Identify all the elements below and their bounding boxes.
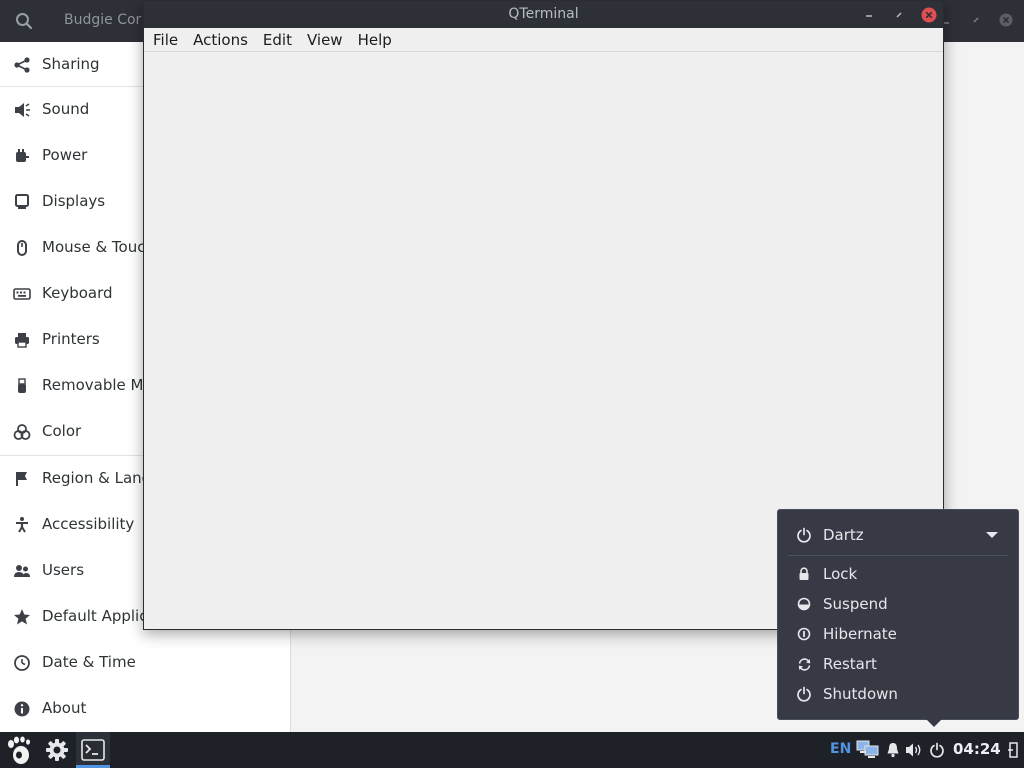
info-icon: [12, 699, 32, 719]
chevron-down-icon[interactable]: [986, 532, 998, 538]
panel-clock[interactable]: 04:24: [953, 740, 1001, 758]
menu-item-lock[interactable]: Lock: [778, 560, 1018, 588]
menu-item-restart[interactable]: Restart: [778, 650, 1018, 678]
sidebar-item-label: Displays: [42, 192, 106, 210]
terminal-icon: [81, 739, 105, 761]
hibernate-icon: [796, 626, 812, 642]
close-icon: [999, 13, 1013, 27]
settings-close-button[interactable]: [998, 10, 1014, 30]
qterminal-minimize-button[interactable]: [861, 5, 877, 25]
menu-item-label: Suspend: [823, 595, 888, 613]
color-icon: [12, 422, 32, 442]
sidebar-item-label: Color: [42, 422, 82, 440]
restart-icon: [796, 656, 812, 672]
power-icon: [796, 527, 812, 543]
notifications-tray-button[interactable]: [885, 732, 901, 768]
sidebar-item-label: Users: [42, 561, 85, 579]
sidebar-item-label: About: [42, 699, 87, 717]
accessibility-icon: [12, 515, 32, 535]
sidebar-item-label: Sound: [42, 100, 90, 118]
sidebar-item-about[interactable]: About: [0, 686, 291, 732]
keyboard-icon: [12, 284, 32, 304]
app-menu-button[interactable]: [2, 732, 36, 768]
star-icon: [12, 607, 32, 627]
raven-toggle-button[interactable]: [1006, 732, 1020, 768]
sidebar-item-label: Mouse & Touc: [42, 238, 146, 256]
settings-window-controls: [938, 10, 1014, 30]
taskbar-terminal-app[interactable]: [76, 732, 110, 768]
gnome-foot-icon: [8, 736, 30, 764]
qterminal-menubar: File Actions Edit View Help: [144, 28, 943, 52]
printer-icon: [12, 330, 32, 350]
shutdown-icon: [796, 686, 812, 702]
qterminal-close-button[interactable]: [921, 5, 937, 25]
menu-actions[interactable]: Actions: [193, 31, 248, 49]
menu-item-suspend[interactable]: Suspend: [778, 590, 1018, 618]
menu-help[interactable]: Help: [358, 31, 392, 49]
bottom-panel: EN 04:24: [0, 732, 1024, 768]
menu-item-label: Lock: [823, 565, 858, 583]
qterminal-title: QTerminal: [508, 6, 579, 22]
user-menu-header[interactable]: Dartz: [778, 521, 1018, 549]
maximize-icon: [896, 12, 902, 18]
lock-icon: [796, 566, 812, 582]
users-icon: [12, 561, 32, 581]
menu-view[interactable]: View: [307, 31, 343, 49]
popover-arrow: [926, 719, 942, 727]
clock-icon: [12, 653, 32, 673]
menu-item-label: Shutdown: [823, 685, 898, 703]
share-icon: [12, 55, 32, 75]
menu-file[interactable]: File: [153, 31, 178, 49]
sidebar-item-label: Region & Lang: [42, 469, 152, 487]
menu-item-hibernate[interactable]: Hibernate: [778, 620, 1018, 648]
usb-icon: [12, 376, 32, 396]
search-button[interactable]: [8, 6, 40, 36]
flag-icon: [12, 469, 32, 489]
sidebar-item-label: Keyboard: [42, 284, 113, 302]
menu-item-label: Restart: [823, 655, 877, 673]
qterminal-window-controls: [861, 5, 937, 25]
menu-edit[interactable]: Edit: [263, 31, 292, 49]
taskbar-settings-app[interactable]: [40, 732, 74, 768]
sidebar-toggle-icon: [1008, 742, 1018, 758]
user-power-menu: Dartz Lock Suspend Hibernate Restart Shu…: [777, 509, 1019, 720]
user-name: Dartz: [823, 526, 864, 544]
mouse-icon: [12, 238, 32, 258]
power-plug-icon: [12, 146, 32, 166]
network-tray-button[interactable]: [855, 732, 881, 768]
qterminal-maximize-button[interactable]: [891, 5, 907, 25]
settings-maximize-button[interactable]: [968, 10, 984, 30]
menu-divider: [788, 555, 1008, 556]
sidebar-item-label: Printers: [42, 330, 100, 348]
sidebar-item-label: Power: [42, 146, 88, 164]
maximize-icon: [973, 17, 979, 23]
menu-item-shutdown[interactable]: Shutdown: [778, 680, 1018, 708]
qterminal-titlebar[interactable]: QTerminal: [144, 1, 943, 28]
display-icon: [12, 192, 32, 212]
settings-window-title: Budgie Cor: [64, 12, 142, 28]
bell-icon: [887, 743, 899, 758]
sidebar-item-date-time[interactable]: Date & Time: [0, 640, 291, 686]
speaker-icon: [906, 743, 921, 757]
close-icon: [921, 7, 937, 23]
sidebar-item-label: Removable M: [42, 376, 144, 394]
gear-icon: [46, 739, 68, 761]
sidebar-item-label: Sharing: [42, 55, 100, 73]
sidebar-item-label: Accessibility: [42, 515, 135, 533]
keyboard-layout-indicator[interactable]: EN: [830, 741, 851, 757]
minimize-icon: [866, 15, 872, 17]
suspend-icon: [796, 596, 812, 612]
power-tray-button[interactable]: [928, 732, 946, 768]
network-icon: [856, 740, 879, 758]
sidebar-item-label: Default Applic: [42, 607, 148, 625]
sidebar-item-label: Date & Time: [42, 653, 136, 671]
speaker-icon: [12, 100, 32, 120]
power-icon: [930, 742, 944, 758]
search-icon: [16, 13, 33, 30]
volume-tray-button[interactable]: [904, 732, 924, 768]
menu-item-label: Hibernate: [823, 625, 897, 643]
